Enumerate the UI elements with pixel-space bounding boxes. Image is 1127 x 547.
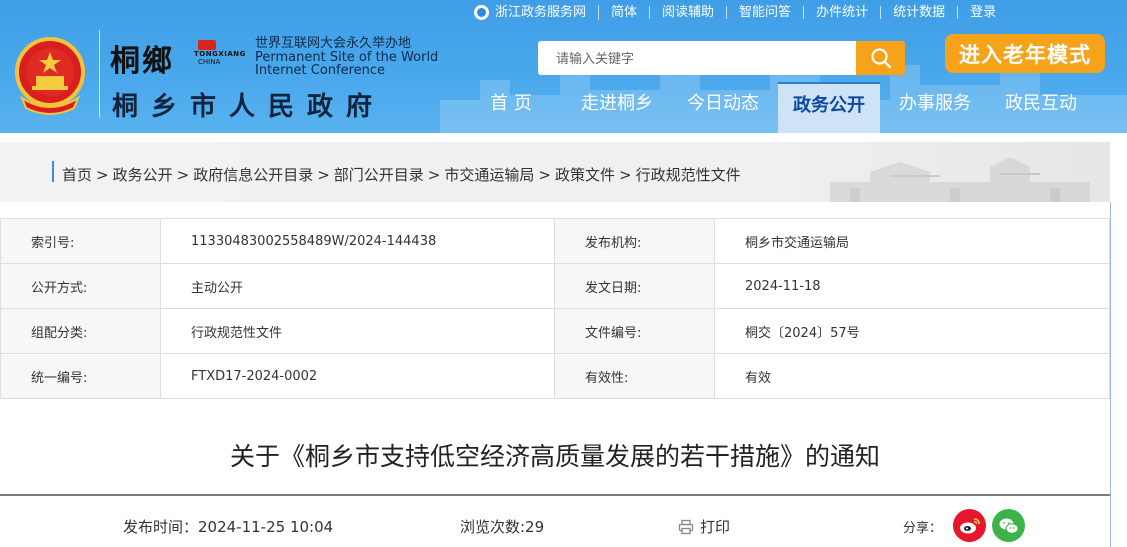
top-utility-bar: 浙江政务服务网 简体 阅读辅助 智能问答 办件统计 统计数据 登录 bbox=[470, 0, 1008, 24]
breadcrumb-trail: 首页 > 政务公开 > 政府信息公开目录 > 部门公开目录 > 市交通运输局 > 政策文件 > 行政规范… bbox=[62, 164, 741, 185]
unified-number-value: FTXD17-2024-0002 bbox=[160, 353, 555, 399]
unified-number-label: 统一编号: bbox=[0, 353, 161, 399]
validity-label: 有效性: bbox=[554, 353, 715, 399]
wic-slogan: 世界互联网大会永久举办地 Permanent Site of the World… bbox=[255, 37, 438, 78]
nav-today-news[interactable]: 今日动态 bbox=[670, 82, 776, 133]
index-number-label: 索引号: bbox=[0, 218, 161, 264]
table-row: 组配分类: 行政规范性文件 文件编号: 桐交〔2024〕57号 bbox=[0, 308, 1110, 354]
document-number-label: 文件编号: bbox=[554, 308, 715, 354]
wic-slogan-en-1: Permanent Site of the World bbox=[255, 49, 439, 65]
breadcrumb-gov-open[interactable]: 政务公开 bbox=[113, 166, 173, 184]
wic-slogan-cn: 世界互联网大会永久举办地 bbox=[255, 36, 412, 51]
breadcrumb-transport-bureau[interactable]: 市交通运输局 bbox=[444, 166, 534, 184]
breadcrumb-sep: > bbox=[176, 166, 190, 184]
nav-about-tongxiang[interactable]: 走进桐乡 bbox=[564, 82, 670, 133]
table-row: 公开方式: 主动公开 发文日期: 2024-11-18 bbox=[0, 263, 1110, 309]
category-label: 组配分类: bbox=[0, 308, 161, 354]
nav-gov-affairs-open[interactable]: 政务公开 bbox=[778, 82, 880, 133]
content-border bbox=[1110, 202, 1111, 547]
zhejiang-link-label: 浙江政务服务网 bbox=[495, 4, 587, 20]
breadcrumb-sep: > bbox=[427, 166, 441, 184]
search-icon bbox=[870, 48, 891, 69]
printer-icon bbox=[678, 519, 694, 534]
header-divider bbox=[99, 30, 100, 118]
statistics-link[interactable]: 统计数据 bbox=[881, 5, 959, 19]
national-emblem-icon[interactable] bbox=[12, 36, 88, 116]
share-label: 分享： bbox=[903, 521, 943, 536]
search-box bbox=[538, 41, 905, 75]
tongxiang-calligraphy-logo[interactable]: 桐鄉 bbox=[110, 36, 174, 80]
publisher-value: 桐乡市交通运输局 bbox=[714, 218, 1110, 264]
login-link[interactable]: 登录 bbox=[958, 6, 1008, 19]
wic-slogan-en-2: Internet Conference bbox=[255, 63, 386, 78]
wechat-icon bbox=[999, 518, 1018, 534]
disclosure-method-value: 主动公开 bbox=[160, 263, 555, 309]
validity-value: 有效 bbox=[714, 353, 1110, 399]
breadcrumb-policy-docs[interactable]: 政策文件 bbox=[555, 166, 615, 184]
breadcrumb-dept-catalog[interactable]: 部门公开目录 bbox=[334, 166, 424, 184]
nav-home[interactable]: 首 页 bbox=[458, 82, 564, 133]
site-title[interactable]: 桐乡市人民政府 bbox=[112, 86, 385, 123]
weibo-icon bbox=[959, 517, 980, 533]
breadcrumb: 首页 > 政务公开 > 政府信息公开目录 > 部门公开目录 > 市交通运输局 > 政策文件 > 行政规范… bbox=[0, 142, 1110, 202]
main-nav: 首 页 走进桐乡 今日动态 政务公开 办事服务 政民互动 bbox=[458, 82, 1094, 133]
building-decoration-icon bbox=[830, 157, 1090, 202]
simplified-chinese-link[interactable]: 简体 bbox=[599, 5, 651, 19]
title-divider bbox=[0, 494, 1110, 496]
table-row: 索引号: 11330483002558489W/2024-144438 发布机构… bbox=[0, 218, 1110, 264]
document-number-value: 桐交〔2024〕57号 bbox=[714, 308, 1110, 354]
category-value: 行政规范性文件 bbox=[160, 308, 555, 354]
weibo-share-button[interactable] bbox=[953, 509, 986, 542]
tongxiang-china-badge: TONGXIANG CHINA bbox=[194, 40, 246, 70]
breadcrumb-home[interactable]: 首页 bbox=[62, 166, 92, 184]
breadcrumb-catalog[interactable]: 政府信息公开目录 bbox=[193, 166, 313, 184]
publish-time: 发布时间：2024-11-25 10:04 bbox=[123, 518, 334, 536]
breadcrumb-sep: > bbox=[96, 166, 109, 184]
site-header: 浙江政务服务网 简体 阅读辅助 智能问答 办件统计 统计数据 登录 桐鄉 TON… bbox=[0, 0, 1127, 133]
nav-interaction[interactable]: 政民互动 bbox=[988, 82, 1094, 133]
document-title: 关于《桐乡市支持低空经济高质量发展的若干措施》的通知 bbox=[229, 442, 880, 471]
document-meta-table: 索引号: 11330483002558489W/2024-144438 发布机构… bbox=[0, 218, 1110, 399]
nav-services[interactable]: 办事服务 bbox=[882, 82, 988, 133]
breadcrumb-marker bbox=[52, 161, 54, 182]
view-count: 浏览次数:29 bbox=[460, 518, 545, 536]
breadcrumb-normative-docs[interactable]: 行政规范性文件 bbox=[636, 166, 741, 184]
publisher-label: 发布机构: bbox=[554, 218, 715, 264]
breadcrumb-sep: > bbox=[618, 166, 632, 184]
smart-qa-link[interactable]: 智能问答 bbox=[727, 5, 805, 19]
badge-line-2: CHINA bbox=[198, 58, 221, 66]
table-row: 统一编号: FTXD17-2024-0002 有效性: 有效 bbox=[0, 353, 1110, 399]
print-label: 打印 bbox=[700, 518, 731, 536]
search-button[interactable] bbox=[856, 41, 905, 75]
issue-date-label: 发文日期: bbox=[554, 263, 715, 309]
zhejiang-gov-link[interactable]: 浙江政务服务网 bbox=[470, 4, 600, 20]
breadcrumb-sep: > bbox=[317, 166, 330, 184]
reading-assist-link[interactable]: 阅读辅助 bbox=[650, 5, 728, 19]
badge-mark-icon bbox=[198, 40, 216, 50]
zhejiang-service-icon bbox=[474, 4, 489, 20]
breadcrumb-sep: > bbox=[538, 166, 551, 184]
issue-date-value: 2024-11-18 bbox=[714, 263, 1110, 309]
index-number-value: 11330483002558489W/2024-144438 bbox=[160, 218, 555, 264]
search-input[interactable] bbox=[538, 41, 856, 75]
case-stats-link[interactable]: 办件统计 bbox=[804, 5, 882, 19]
disclosure-method-label: 公开方式: bbox=[0, 263, 161, 309]
wechat-share-button[interactable] bbox=[992, 509, 1025, 542]
elder-mode-button[interactable]: 进入老年模式 bbox=[945, 34, 1105, 73]
print-button[interactable]: 打印 bbox=[678, 516, 730, 537]
badge-line-1: TONGXIANG bbox=[194, 50, 246, 58]
